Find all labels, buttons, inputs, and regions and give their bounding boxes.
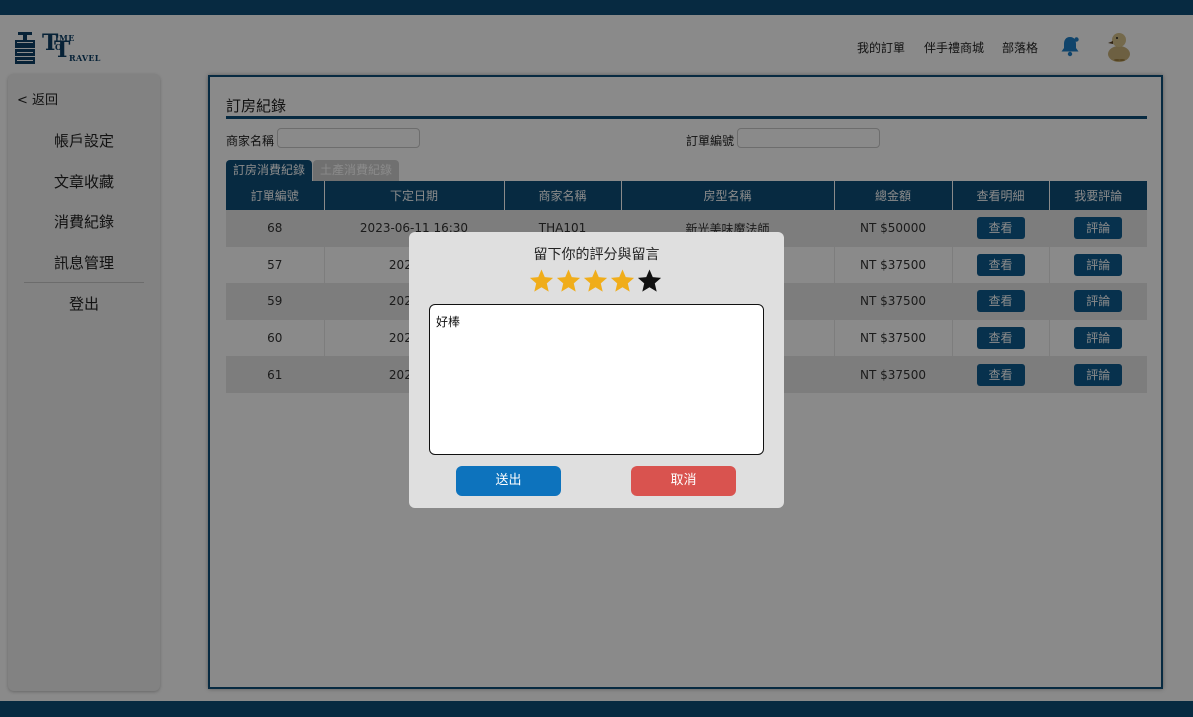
star-filled-icon[interactable]: [528, 267, 555, 295]
review-dialog: 留下你的評分與留言 好棒 送出 取消: [409, 232, 784, 508]
star-filled-icon[interactable]: [609, 267, 636, 295]
review-comment-textarea[interactable]: 好棒: [429, 304, 764, 455]
review-dialog-title: 留下你的評分與留言: [533, 247, 660, 263]
star-empty-icon[interactable]: [636, 267, 663, 295]
star-filled-icon[interactable]: [582, 267, 609, 295]
cancel-review-button[interactable]: 取消: [631, 466, 736, 496]
star-filled-icon[interactable]: [555, 267, 582, 295]
star-rating[interactable]: [528, 267, 663, 295]
submit-review-button[interactable]: 送出: [456, 466, 561, 496]
